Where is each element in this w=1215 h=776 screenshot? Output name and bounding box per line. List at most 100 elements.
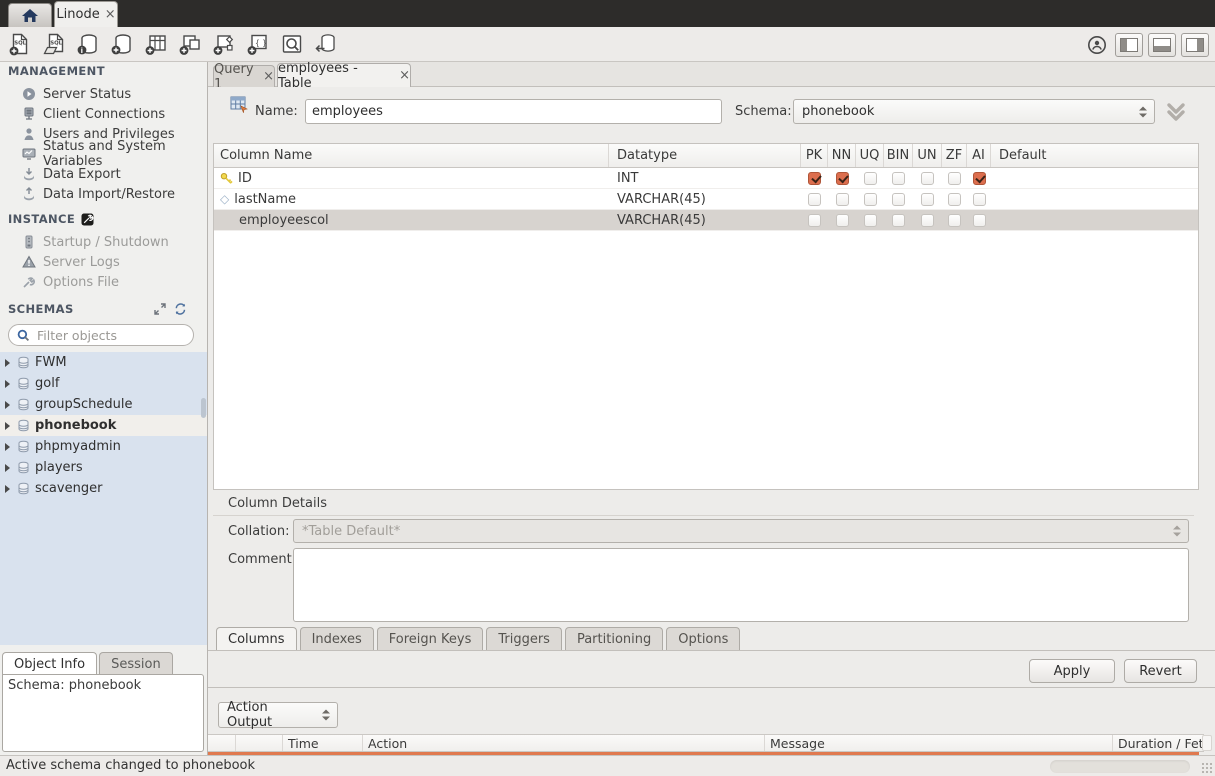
uq-checkbox[interactable] xyxy=(864,214,877,227)
header-ai[interactable]: AI xyxy=(967,144,991,167)
ai-checkbox[interactable] xyxy=(973,214,986,227)
ai-checkbox[interactable] xyxy=(973,172,986,185)
close-icon[interactable]: × xyxy=(399,69,410,82)
zf-checkbox[interactable] xyxy=(948,172,961,185)
bin-checkbox[interactable] xyxy=(892,193,905,206)
home-tab[interactable] xyxy=(8,3,52,27)
schema-row-scavenger[interactable]: scavenger xyxy=(0,478,207,499)
tab-query-1[interactable]: Query 1 × xyxy=(213,65,275,87)
bin-checkbox[interactable] xyxy=(892,214,905,227)
sidebar-item-client-connections[interactable]: Client Connections xyxy=(0,104,207,124)
un-checkbox[interactable] xyxy=(921,193,934,206)
expander-icon[interactable] xyxy=(5,443,10,451)
uq-checkbox[interactable] xyxy=(864,172,877,185)
nn-checkbox[interactable] xyxy=(836,172,849,185)
comment-textarea[interactable] xyxy=(293,548,1189,622)
toggle-sidebar-button[interactable] xyxy=(1115,33,1143,57)
expander-icon[interactable] xyxy=(5,422,10,430)
tab-partitioning[interactable]: Partitioning xyxy=(565,627,663,650)
expand-schemas-icon[interactable] xyxy=(154,303,166,315)
tab-indexes[interactable]: Indexes xyxy=(300,627,374,650)
apply-button[interactable]: Apply xyxy=(1029,659,1115,683)
tab-triggers[interactable]: Triggers xyxy=(486,627,562,650)
reconnect-dbms-button[interactable] xyxy=(312,30,339,57)
expander-icon[interactable] xyxy=(5,464,10,472)
zf-checkbox[interactable] xyxy=(948,193,961,206)
un-checkbox[interactable] xyxy=(921,214,934,227)
expand-header-icon[interactable] xyxy=(1163,99,1189,125)
sidebar-item-options-file[interactable]: Options File xyxy=(0,272,207,292)
bin-checkbox[interactable] xyxy=(892,172,905,185)
header-uq[interactable]: UQ xyxy=(856,144,884,167)
schema-row-golf[interactable]: golf xyxy=(0,373,207,394)
schema-row-phpmyadmin[interactable]: phpmyadmin xyxy=(0,436,207,457)
create-schema-button[interactable]: i xyxy=(74,30,101,57)
header-un[interactable]: UN xyxy=(913,144,942,167)
sidebar-item-status-variables[interactable]: Status and System Variables xyxy=(0,144,207,164)
tab-employees-table[interactable]: employees - Table × xyxy=(277,63,411,87)
nn-checkbox[interactable] xyxy=(836,214,849,227)
schema-select[interactable]: phonebook xyxy=(793,99,1155,124)
schema-row-players[interactable]: players xyxy=(0,457,207,478)
close-icon[interactable]: × xyxy=(263,70,274,83)
expander-icon[interactable] xyxy=(5,485,10,493)
zf-checkbox[interactable] xyxy=(948,214,961,227)
expander-icon[interactable] xyxy=(5,401,10,409)
tab-options[interactable]: Options xyxy=(666,627,740,650)
sidebar-item-data-export[interactable]: Data Export xyxy=(0,164,207,184)
create-routine-button[interactable] xyxy=(210,30,237,57)
toggle-secondary-sidebar-button[interactable] xyxy=(1181,33,1209,57)
header-pk[interactable]: PK xyxy=(801,144,828,167)
close-icon[interactable]: × xyxy=(105,8,116,21)
header-default[interactable]: Default xyxy=(991,144,1196,167)
revert-button[interactable]: Revert xyxy=(1124,659,1197,683)
column-row-lastname[interactable]: ◇ lastName VARCHAR(45) xyxy=(214,189,1198,210)
sidebar-item-server-logs[interactable]: Server Logs xyxy=(0,252,207,272)
header-bin[interactable]: BIN xyxy=(884,144,913,167)
schema-row-fwm[interactable]: FWM xyxy=(0,352,207,373)
expander-icon[interactable] xyxy=(5,380,10,388)
output-selector[interactable]: Action Output xyxy=(218,702,338,728)
output-header-message[interactable]: Message xyxy=(765,735,1113,751)
create-function-button[interactable]: { } xyxy=(244,30,271,57)
header-column-name[interactable]: Column Name xyxy=(214,144,609,167)
schema-filter-input[interactable] xyxy=(35,327,195,344)
header-zf[interactable]: ZF xyxy=(942,144,967,167)
un-checkbox[interactable] xyxy=(921,172,934,185)
search-table-data-button[interactable] xyxy=(278,30,305,57)
connection-tab[interactable]: Linode × xyxy=(54,1,118,27)
header-nn[interactable]: NN xyxy=(828,144,856,167)
output-scrollbar[interactable] xyxy=(1202,735,1212,751)
support-button[interactable] xyxy=(1083,31,1110,58)
resize-grip-icon[interactable] xyxy=(1201,762,1213,774)
create-table-button[interactable] xyxy=(142,30,169,57)
pk-checkbox[interactable] xyxy=(808,214,821,227)
tab-object-info[interactable]: Object Info xyxy=(2,652,97,675)
sidebar-item-data-import[interactable]: Data Import/Restore xyxy=(0,184,207,204)
create-view-button[interactable] xyxy=(176,30,203,57)
collation-select[interactable]: *Table Default* xyxy=(293,519,1189,543)
schema-row-groupschedule[interactable]: groupSchedule xyxy=(0,394,207,415)
open-sql-script-button[interactable]: SQL xyxy=(40,30,67,57)
tab-session[interactable]: Session xyxy=(99,652,173,675)
column-row-id[interactable]: ID INT xyxy=(214,168,1198,189)
refresh-schemas-icon[interactable] xyxy=(174,303,187,315)
output-header-time[interactable]: Time xyxy=(283,735,363,751)
schema-row-phonebook[interactable]: phonebook xyxy=(0,415,207,436)
nn-checkbox[interactable] xyxy=(836,193,849,206)
sidebar-item-server-status[interactable]: Server Status xyxy=(0,84,207,104)
output-header-duration[interactable]: Duration / Fetch xyxy=(1113,735,1204,751)
tab-foreign-keys[interactable]: Foreign Keys xyxy=(377,627,484,650)
expander-icon[interactable] xyxy=(5,359,10,367)
table-name-input[interactable] xyxy=(305,99,722,124)
uq-checkbox[interactable] xyxy=(864,193,877,206)
ai-checkbox[interactable] xyxy=(973,193,986,206)
toggle-output-area-button[interactable] xyxy=(1148,33,1176,57)
tree-scrollbar[interactable] xyxy=(201,398,206,418)
pk-checkbox[interactable] xyxy=(808,193,821,206)
sidebar-item-startup-shutdown[interactable]: Startup / Shutdown xyxy=(0,232,207,252)
new-sql-tab-button[interactable]: SQL xyxy=(6,30,33,57)
tab-columns[interactable]: Columns xyxy=(216,627,297,650)
column-row-employeescol[interactable]: employeescol VARCHAR(45) xyxy=(214,210,1198,231)
header-datatype[interactable]: Datatype xyxy=(609,144,801,167)
